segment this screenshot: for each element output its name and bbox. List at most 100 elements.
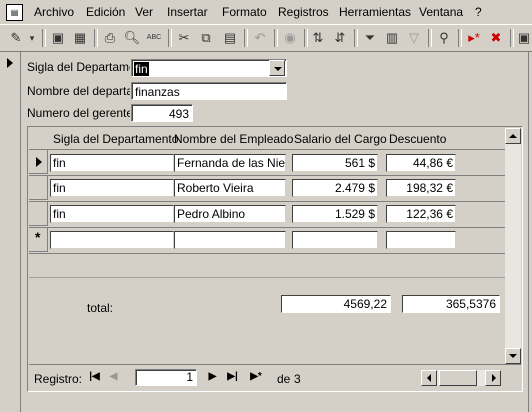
new-row-selector[interactable]: * (29, 228, 48, 252)
view-dropdown-icon[interactable]: ▾ (26, 28, 38, 48)
gerente-field[interactable]: 493 (131, 104, 193, 122)
menu-archivo[interactable]: Archivo (34, 5, 74, 19)
menu-ventana[interactable]: Ventana (419, 5, 463, 19)
preview-icon[interactable]: 🔍︎ (122, 28, 142, 48)
new-cell-nombre[interactable] (174, 231, 286, 249)
subform-vertical-scrollbar[interactable] (505, 128, 521, 364)
scroll-right-button[interactable] (485, 370, 501, 386)
row-divider (29, 253, 507, 254)
scroll-up-button[interactable] (505, 128, 521, 144)
row-selector[interactable] (29, 150, 48, 174)
next-record-button[interactable]: ▶ (204, 369, 221, 385)
col-header-salario: Salario del Cargo (294, 132, 387, 146)
toolbar-separator (168, 29, 172, 47)
nombre-field[interactable]: finanzas (131, 82, 287, 100)
menu-registros[interactable]: Registros (278, 5, 329, 19)
subform-navigation-bar: Registro: |◀ ◀ 1 ▶ ▶| ▶* de 3 (29, 364, 521, 391)
delete-record-icon[interactable]: ✖ (486, 28, 506, 48)
toolbar-separator (458, 29, 462, 47)
last-record-button[interactable]: ▶| (224, 369, 241, 385)
toolbar-separator (428, 29, 432, 47)
save-icon[interactable]: ▣ (48, 28, 68, 48)
new-record-icon[interactable]: ▸* (464, 28, 484, 48)
cell-descuento[interactable]: 122,36 € (386, 205, 456, 223)
filter-form-icon[interactable]: ▥ (382, 28, 402, 48)
menu-ver[interactable]: Ver (135, 5, 153, 19)
cell-sigla[interactable]: fin (50, 154, 174, 172)
horizontal-scrollbar[interactable] (421, 370, 501, 386)
print-preview-icon[interactable]: ▦ (70, 28, 90, 48)
toolbar-separator (354, 29, 358, 47)
row-selector[interactable] (29, 202, 48, 226)
hyperlink-icon[interactable]: ◉ (280, 28, 300, 48)
cell-salario[interactable]: 2.479 $ (292, 179, 378, 197)
menu-bar: ▤ Archivo Edición Ver Insertar Formato R… (0, 0, 532, 25)
filter-selection-icon[interactable]: ⏷ (360, 28, 380, 48)
toolbar-separator (94, 29, 98, 47)
row-divider (29, 227, 507, 228)
row-selector[interactable] (29, 176, 48, 200)
window-edge (528, 52, 532, 412)
new-cell-salario[interactable] (292, 231, 378, 249)
row-divider (29, 175, 507, 176)
total-descuento-field[interactable]: 365,5376 (402, 295, 500, 313)
toolbar-separator (274, 29, 278, 47)
record-total-count: 3 (294, 372, 301, 386)
copy-icon[interactable]: ⧉ (196, 28, 216, 48)
sort-desc-icon[interactable]: ⇵ (330, 28, 350, 48)
sigla-combo[interactable]: fin (131, 59, 287, 77)
toolbar-separator (42, 29, 46, 47)
cell-salario[interactable]: 1.529 $ (292, 205, 378, 223)
apply-filter-icon[interactable]: ▽ (404, 28, 424, 48)
cell-nombre[interactable]: Roberto Vieira (174, 179, 286, 197)
cut-icon[interactable]: ✂ (174, 28, 194, 48)
new-cell-sigla[interactable] (50, 231, 174, 249)
cell-sigla[interactable]: fin (50, 179, 174, 197)
cell-nombre[interactable]: Fernanda de las Nieve (174, 154, 286, 172)
cell-descuento[interactable]: 44,86 € (386, 154, 456, 172)
nombre-label: Nombre del departam (27, 84, 130, 98)
row-divider (29, 201, 507, 202)
find-icon[interactable]: ⚲ (434, 28, 454, 48)
footer-divider (29, 277, 507, 278)
form-record-selector[interactable] (0, 52, 21, 412)
cell-sigla[interactable]: fin (50, 205, 174, 223)
design-view-icon[interactable]: ✎ (6, 28, 26, 48)
employees-subform: Sigla del Departamento Nombre del Emplea… (27, 126, 523, 392)
horizontal-scroll-thumb[interactable] (439, 370, 477, 386)
new-cell-descuento[interactable] (386, 231, 456, 249)
menu-herramientas[interactable]: Herramientas (339, 5, 411, 19)
previous-record-button[interactable]: ◀ (105, 369, 122, 385)
record-number-field[interactable]: 1 (135, 369, 197, 386)
first-record-button[interactable]: |◀ (86, 369, 103, 385)
database-window-icon[interactable]: ▣ (514, 28, 532, 48)
spelling-icon[interactable]: ABC (144, 28, 164, 48)
scroll-down-button[interactable] (505, 348, 521, 364)
sigla-value: fin (134, 62, 149, 76)
header-divider (29, 149, 507, 150)
menu-help[interactable]: ? (475, 5, 482, 19)
menu-formato[interactable]: Formato (222, 5, 267, 19)
cell-descuento[interactable]: 198,32 € (386, 179, 456, 197)
sort-asc-icon[interactable]: ⇅ (308, 28, 328, 48)
cell-nombre[interactable]: Pedro Albino (174, 205, 286, 223)
new-record-marker-icon: * (35, 229, 41, 245)
menu-edicion[interactable]: Edición (86, 5, 125, 19)
new-record-nav-button[interactable]: ▶* (244, 369, 268, 385)
undo-icon[interactable]: ↶ (250, 28, 270, 48)
total-label: total: (87, 301, 114, 315)
current-record-arrow-icon (7, 58, 13, 68)
scroll-left-button[interactable] (421, 370, 437, 386)
record-nav-label: Registro: (34, 372, 83, 386)
sigla-label: Sigla del Departamen (27, 60, 130, 74)
paste-icon[interactable]: ▤ (220, 28, 240, 48)
col-header-sigla: Sigla del Departamento (53, 132, 179, 146)
print-icon[interactable]: ⎙ (100, 28, 120, 48)
app-icon[interactable]: ▤ (6, 4, 23, 21)
sigla-dropdown-button[interactable] (269, 60, 285, 76)
gerente-label: Numero del gerente (27, 106, 130, 120)
cell-salario[interactable]: 561 $ (292, 154, 378, 172)
total-salario-field[interactable]: 4569,22 (281, 295, 391, 313)
toolbar-separator (244, 29, 248, 47)
menu-insertar[interactable]: Insertar (167, 5, 208, 19)
